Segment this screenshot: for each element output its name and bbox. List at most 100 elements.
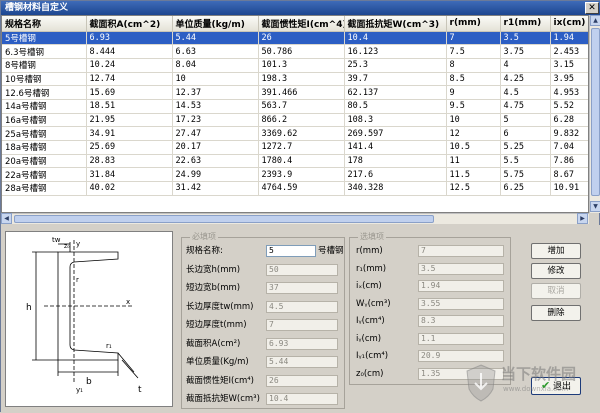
table-cell: 12.5 [446,181,501,196]
table-cell: 9 [446,85,501,100]
table-cell: 4.953 [550,85,588,100]
column-header[interactable]: 截面积A(cm^2) [86,16,173,32]
spec-name-input[interactable]: 5 [266,245,316,257]
title-bar: 槽钢材料自定义 ✕ [1,1,600,15]
required-field: 单位质量(Kg/m) 5.44 [182,355,344,375]
edit-button[interactable]: 修改 [531,263,581,279]
column-header[interactable]: r1(mm) [500,16,551,32]
column-header[interactable]: ix(cm) [550,16,588,32]
table-cell: 40.02 [86,181,173,196]
table-body: 5号槽钢 6.93 5.44 26 10.4 7 3.5 1.94 6.3号槽钢 8.444 6.6… [2,31,588,196]
add-button[interactable]: 增加 [531,243,581,259]
table-cell: 7.5 [446,44,501,59]
window-title: 槽钢材料自定义 [5,3,69,13]
table-cell: 10 [446,113,501,128]
table-cell: 9.5 [446,99,501,114]
table-cell: 8.67 [550,167,588,183]
vertical-scroll-thumb[interactable] [591,28,600,196]
table-cell: 9.832 [550,126,588,141]
table-row[interactable]: 20a号槽钢 28.83 22.63 1780.4 178 11 5.5 7.86 [2,154,588,169]
column-header[interactable]: r(mm) [446,16,501,32]
required-field: 短边厚度t(mm) 7 [182,318,344,338]
scroll-down-icon[interactable]: ▼ [590,201,600,212]
optional-field-input: 1.1 [418,332,504,345]
required-field-label: 截面积A(cm²) [186,338,241,349]
horizontal-scrollbar[interactable]: ◀ ▶ [1,213,589,224]
channel-steel-drawing: h b t tw r r₁ x y z₀ y₁ [26,236,142,395]
table-row[interactable]: 22a号槽钢 31.84 24.99 2393.9 217.6 11.5 5.75 8.67 [2,167,588,183]
table-header-row: 规格名称 截面积A(cm^2) 单位质量(kg/m) 截面惯性矩I(cm^4) 截面抵抗… [2,16,588,32]
required-field-input: 5.44 [266,356,338,368]
table-cell: 141.4 [344,140,447,155]
table-cell: 5.75 [500,167,551,183]
diagram-label-h: h [26,303,32,313]
table-cell: 4.5 [500,85,551,100]
column-header[interactable]: 单位质量(kg/m) [172,16,259,32]
material-table[interactable]: 规格名称 截面积A(cm^2) 单位质量(kg/m) 截面惯性矩I(cm^4) 截面抵抗… [1,15,589,213]
steel-channel-custom-window: 槽钢材料自定义 ✕ 规格名称 截面积A(cm^2) 单位质量(kg/m) 截面惯性矩I… [0,0,600,413]
table-row[interactable]: 6.3号槽钢 8.444 6.63 50.786 16.123 7.5 3.75 2.453 [2,44,588,59]
table-cell: 16.123 [344,44,447,59]
column-header[interactable]: 截面抵抗矩W(cm^3) [344,16,447,32]
watermark-url: www.downxia.com [503,385,569,393]
table-cell: 4764.59 [258,181,345,196]
column-header[interactable]: 截面惯性矩I(cm^4) [258,16,345,32]
watermark-shield-icon [466,364,496,402]
table-row[interactable]: 5号槽钢 6.93 5.44 26 10.4 7 3.5 1.94 [2,31,588,46]
optional-field-input: 3.5 [418,262,504,275]
required-field: 长边厚度tw(mm) 4.5 [182,300,344,320]
table-cell: 101.3 [258,58,345,73]
scroll-right-icon[interactable]: ▶ [577,213,588,224]
table-cell: 20a号槽钢 [2,154,87,169]
table-cell: 4 [500,58,551,73]
diagram-label-b: b [86,377,92,387]
table-cell: 178 [344,154,447,169]
optional-field-input: 1.94 [418,280,504,292]
table-cell: 340.328 [344,181,447,196]
optional-field-label: Wᵧ(cm³) [356,298,391,309]
table-cell: 8.444 [86,44,173,59]
table-cell: 269.597 [344,126,447,141]
close-icon: ✕ [588,3,596,13]
delete-button[interactable]: 删除 [531,305,581,321]
required-field-input: 6.93 [266,337,338,350]
required-field-input: 37 [266,282,338,294]
table-cell: 6.63 [172,44,259,59]
horizontal-scroll-thumb[interactable] [14,215,434,223]
scroll-left-icon[interactable]: ◀ [1,213,12,224]
close-button[interactable]: ✕ [585,2,599,14]
cancel-button: 取消 [531,283,581,299]
table-row[interactable]: 16a号槽钢 21.95 17.23 866.2 108.3 10 5 6.28 [2,113,588,128]
table-cell: 108.3 [344,113,447,128]
table-cell: 20.17 [172,140,259,155]
table-cell: 866.2 [258,113,345,128]
table-cell: 1.94 [550,31,588,46]
table-cell: 10 [172,72,259,87]
table-cell: 5 [500,113,551,128]
table-cell: 6.25 [500,181,551,196]
table-cell: 3369.62 [258,126,345,141]
vertical-scrollbar[interactable]: ▲ ▼ [589,15,600,213]
column-header[interactable]: 规格名称 [2,16,87,32]
table-row[interactable]: 8号槽钢 10.24 8.04 101.3 25.3 8 4 3.15 [2,58,588,73]
table-cell: 8.04 [172,58,259,73]
scroll-up-icon[interactable]: ▲ [590,15,600,26]
table-cell: 18a号槽钢 [2,140,87,155]
table-row[interactable]: 28a号槽钢 40.02 31.42 4764.59 340.328 12.5 6.25 10… [2,181,588,196]
table-cell: 24.99 [172,167,259,183]
table-cell: 7.86 [550,154,588,169]
diagram-label-t: t [138,385,142,395]
table-cell: 2393.9 [258,167,345,183]
table-row[interactable]: 25a号槽钢 34.91 27.47 3369.62 269.597 12 6 9.832 [2,126,588,141]
table-cell: 5号槽钢 [2,31,87,46]
table-row[interactable]: 18a号槽钢 25.69 20.17 1272.7 141.4 10.5 5.25 7.04 [2,140,588,155]
channel-section-diagram: h b t tw r r₁ x y z₀ y₁ [5,231,173,407]
optional-field-label: Iᵧ₁(cm⁴) [356,351,389,361]
table-cell: 34.91 [86,126,173,141]
table-row[interactable]: 12.6号槽钢 15.69 12.37 391.466 62.137 9 4.5 4.953 [2,85,588,100]
table-cell: 6 [500,126,551,141]
required-field-label: 截面惯性矩I(cm⁴) [186,375,255,386]
table-cell: 25.3 [344,58,447,73]
table-row[interactable]: 10号槽钢 12.74 10 198.3 39.7 8.5 4.25 3.95 [2,72,588,87]
table-row[interactable]: 14a号槽钢 18.51 14.53 563.7 80.5 9.5 4.75 5.52 [2,99,588,114]
